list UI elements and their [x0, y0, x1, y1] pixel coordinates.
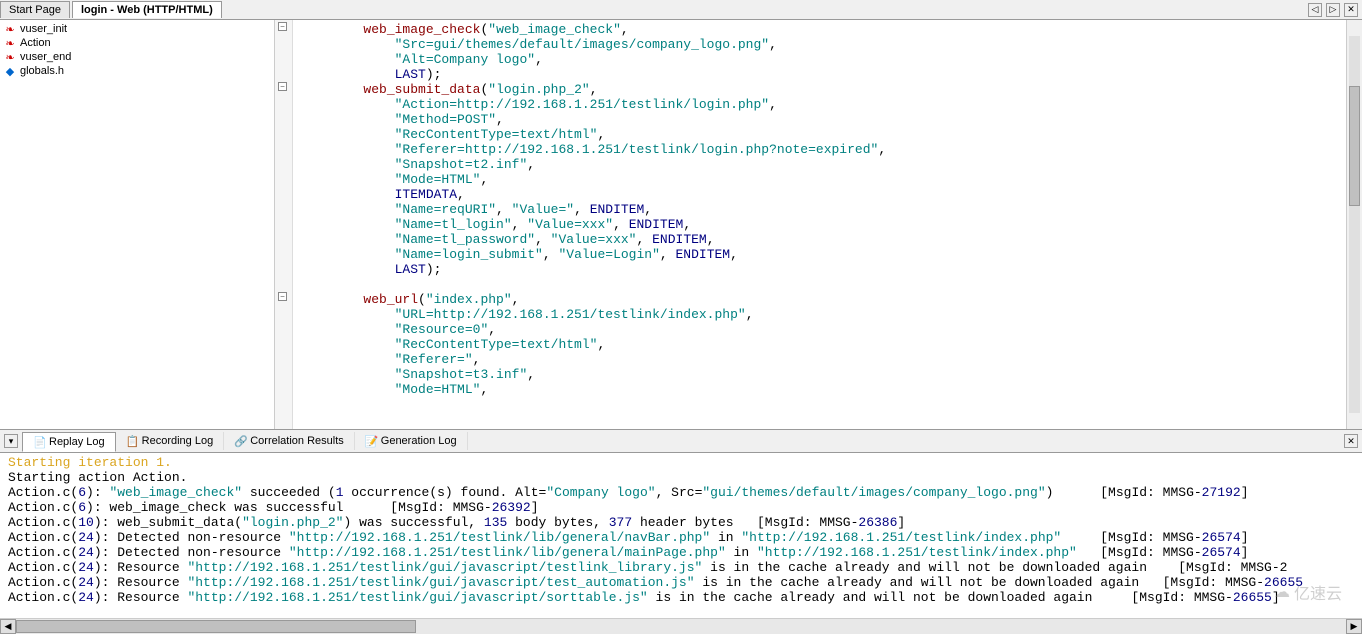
tab-correlation-results[interactable]: 🔗 Correlation Results — [224, 432, 355, 450]
tab-replay-log[interactable]: 📄 Replay Log — [22, 432, 116, 452]
document-tabs: Start Page login - Web (HTTP/HTML) ◁ ▷ ✕ — [0, 0, 1362, 20]
tree-item-label: vuser_init — [20, 23, 67, 35]
tab-controls: ◁ ▷ ✕ — [1308, 3, 1362, 17]
log-tabs: ▾ 📄 Replay Log 📋 Recording Log 🔗 Correla… — [0, 429, 1362, 453]
tab-label: Generation Log — [381, 435, 457, 447]
tree-item-label: Action — [20, 37, 51, 49]
code-editor[interactable]: − − − web_image_check("web_image_check",… — [275, 20, 1362, 429]
scrollbar-track[interactable] — [16, 619, 1346, 634]
tab-next-icon[interactable]: ▷ — [1326, 3, 1340, 17]
vertical-scrollbar[interactable] — [1346, 20, 1362, 429]
fold-toggle-icon[interactable]: − — [278, 22, 287, 31]
main-area: ❧ vuser_init ❧ Action ❧ vuser_end ◆ globals.h −… — [0, 20, 1362, 429]
generation-log-icon: 📝 — [365, 435, 377, 447]
watermark: ☁ 亿速云 — [1274, 580, 1342, 604]
header-file-icon: ◆ — [4, 65, 16, 77]
tab-label: Recording Log — [142, 435, 214, 447]
tree-item-label: vuser_end — [20, 51, 71, 63]
log-panel-toggle-icon[interactable]: ▾ — [4, 434, 18, 448]
log-close-icon[interactable]: ✕ — [1344, 434, 1358, 448]
tab-start-page[interactable]: Start Page — [0, 1, 70, 18]
tree-item-label: globals.h — [20, 65, 64, 77]
watermark-text: 亿速云 — [1294, 580, 1342, 604]
scroll-left-icon[interactable]: ◀ — [0, 619, 16, 634]
scrollbar-track[interactable] — [1349, 36, 1360, 413]
fold-gutter: − − − — [275, 20, 293, 429]
tree-item[interactable]: ◆ globals.h — [0, 64, 274, 78]
tab-recording-log[interactable]: 📋 Recording Log — [116, 432, 225, 450]
tab-prev-icon[interactable]: ◁ — [1308, 3, 1322, 17]
cloud-icon: ☁ — [1274, 582, 1290, 602]
tree-item[interactable]: ❧ vuser_end — [0, 50, 274, 64]
replay-log-icon: 📄 — [33, 436, 45, 448]
code-content[interactable]: web_image_check("web_image_check", "Src=… — [293, 20, 1346, 429]
correlation-icon: 🔗 — [234, 435, 246, 447]
fold-toggle-icon[interactable]: − — [278, 82, 287, 91]
tree-item[interactable]: ❧ Action — [0, 36, 274, 50]
fold-toggle-icon[interactable]: − — [278, 292, 287, 301]
scroll-right-icon[interactable]: ▶ — [1346, 619, 1362, 634]
log-output[interactable]: Starting iteration 1.Starting action Act… — [0, 453, 1362, 618]
action-file-icon: ❧ — [4, 23, 16, 35]
scrollbar-thumb[interactable] — [16, 620, 416, 633]
tree-item[interactable]: ❧ vuser_init — [0, 22, 274, 36]
tab-generation-log[interactable]: 📝 Generation Log — [355, 432, 468, 450]
action-file-icon: ❧ — [4, 37, 16, 49]
horizontal-scrollbar[interactable]: ◀ ▶ — [0, 618, 1362, 634]
tab-label: Replay Log — [49, 436, 105, 448]
tab-login[interactable]: login - Web (HTTP/HTML) — [72, 1, 222, 18]
recording-log-icon: 📋 — [126, 435, 138, 447]
script-tree: ❧ vuser_init ❧ Action ❧ vuser_end ◆ globals.h — [0, 20, 275, 429]
tab-close-icon[interactable]: ✕ — [1344, 3, 1358, 17]
tab-label: Correlation Results — [250, 435, 344, 447]
action-file-icon: ❧ — [4, 51, 16, 63]
scrollbar-thumb[interactable] — [1349, 86, 1360, 206]
